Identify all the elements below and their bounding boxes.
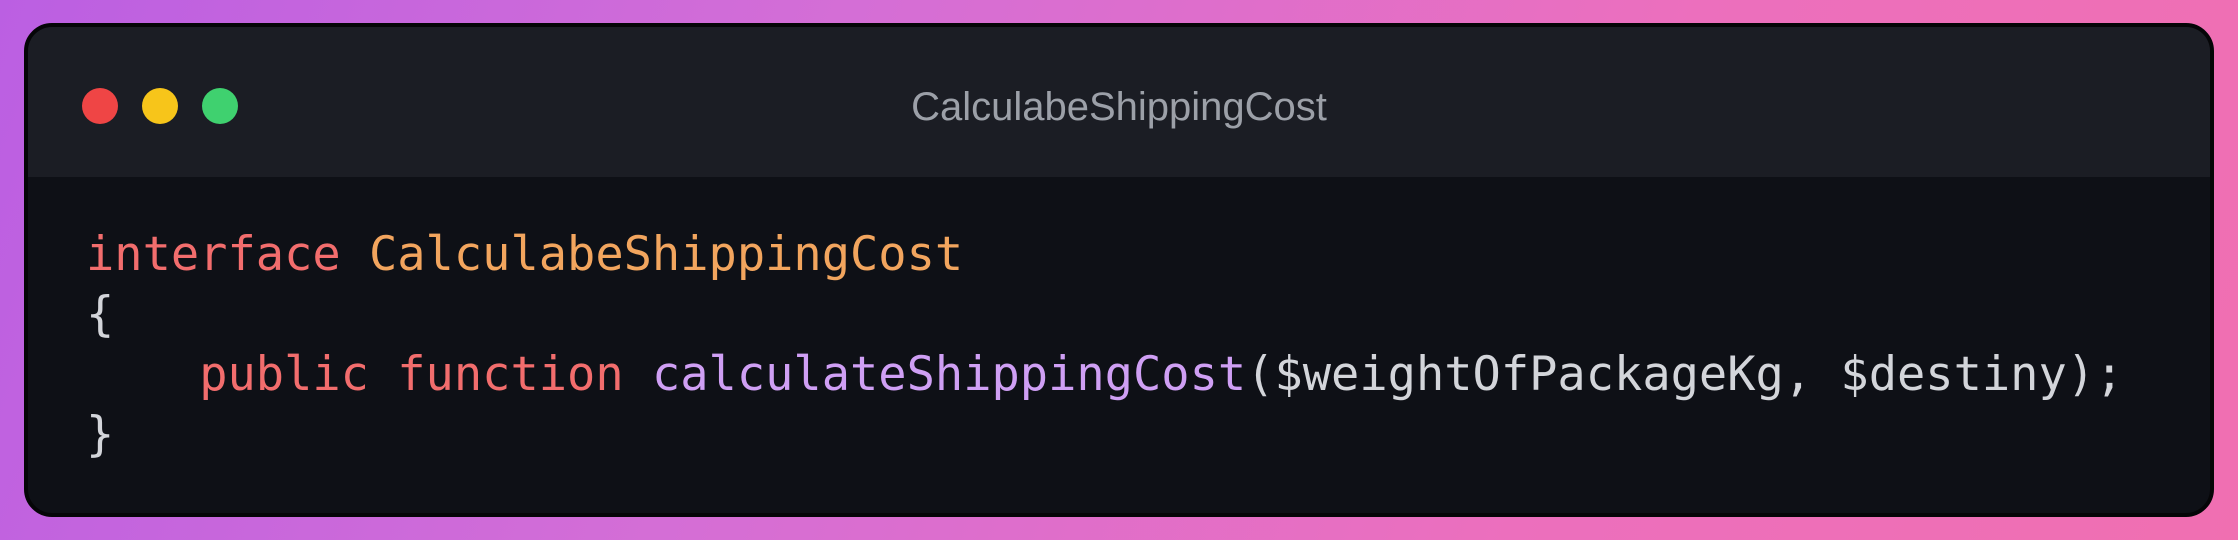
public-modifier: public bbox=[199, 347, 369, 402]
code-line-1: interface CalculabeShippingCost bbox=[86, 227, 963, 282]
window-title: CalculabeShippingCost bbox=[911, 85, 1327, 129]
code-line-3: public function calculateShippingCost($w… bbox=[86, 347, 2123, 402]
code-block: interface CalculabeShippingCost { public… bbox=[86, 225, 2123, 465]
window-titlebar: CalculabeShippingCost bbox=[28, 27, 2210, 177]
function-keyword: function bbox=[397, 347, 624, 402]
open-brace: { bbox=[86, 287, 115, 342]
function-params: ($weightOfPackageKg, $destiny); bbox=[1246, 347, 2124, 402]
close-brace: } bbox=[86, 407, 115, 462]
code-window: CalculabeShippingCost interface Calculab… bbox=[24, 23, 2214, 517]
interface-name: CalculabeShippingCost bbox=[368, 227, 964, 282]
function-name: calculateShippingCost bbox=[651, 347, 1247, 402]
interface-keyword: interface bbox=[86, 227, 341, 282]
